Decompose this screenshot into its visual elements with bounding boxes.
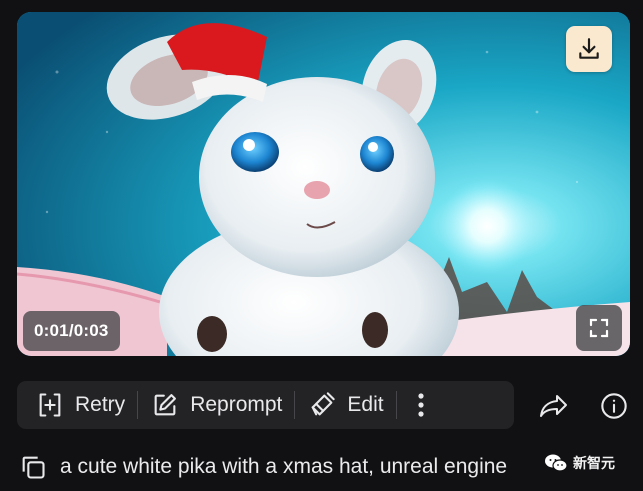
brush-icon	[307, 390, 337, 420]
more-options-button[interactable]	[403, 381, 439, 429]
download-button[interactable]	[566, 26, 612, 72]
edit-button[interactable]: Edit	[299, 381, 391, 429]
edit-label: Edit	[347, 393, 384, 416]
fullscreen-icon	[589, 318, 609, 338]
prompt-text: a cute white pika with a xmas hat, unrea…	[60, 455, 508, 478]
video-frame	[17, 12, 630, 356]
retry-button[interactable]: Retry	[27, 381, 133, 429]
retry-icon	[35, 390, 65, 420]
share-button[interactable]	[536, 388, 572, 424]
watermark-text: 新智元	[573, 456, 615, 472]
app-page: 0:01/0:03 Retry Reprompt Edit a cute whi…	[0, 0, 643, 491]
wechat-icon	[545, 454, 568, 472]
playback-time: 0:01/0:03	[23, 311, 120, 351]
share-arrow-icon	[540, 395, 567, 417]
toolbar-divider	[137, 391, 139, 419]
info-button[interactable]	[596, 388, 632, 424]
copy-prompt-button[interactable]	[18, 452, 48, 482]
toolbar-divider	[294, 391, 296, 419]
fullscreen-button[interactable]	[576, 305, 622, 351]
reprompt-button[interactable]: Reprompt	[142, 381, 290, 429]
watermark: 新智元	[544, 453, 615, 473]
reprompt-label: Reprompt	[190, 393, 283, 416]
action-toolbar: Retry Reprompt Edit	[17, 381, 514, 429]
video-player[interactable]: 0:01/0:03	[17, 12, 630, 356]
retry-label: Retry	[75, 393, 126, 416]
toolbar-divider	[395, 391, 397, 419]
info-icon	[601, 393, 627, 419]
pencil-square-icon	[150, 390, 180, 420]
copy-icon	[22, 456, 45, 479]
download-icon	[579, 38, 599, 59]
more-vertical-icon	[417, 393, 424, 417]
